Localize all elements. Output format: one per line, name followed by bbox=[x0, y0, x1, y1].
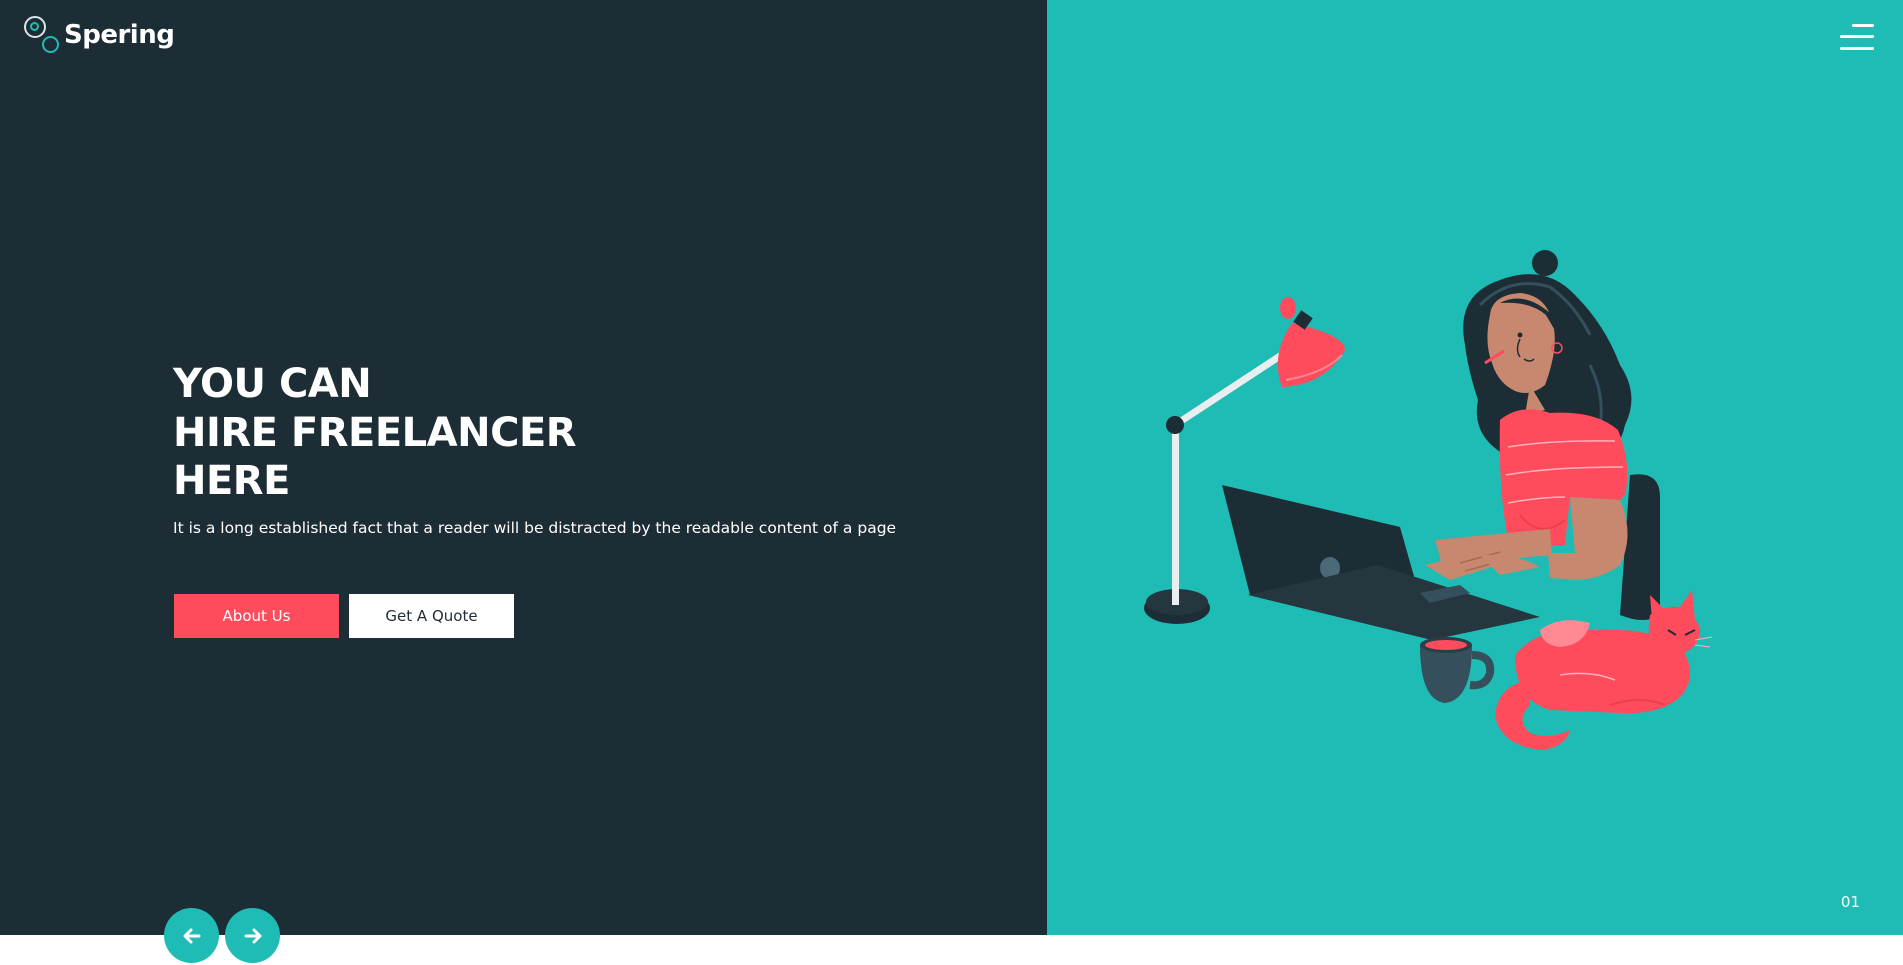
get-a-quote-button[interactable]: Get A Quote bbox=[349, 594, 514, 638]
next-slide-button[interactable] bbox=[225, 908, 280, 963]
brand-name: Spering bbox=[64, 20, 175, 50]
coffee-mug-icon bbox=[1420, 637, 1495, 703]
headline-line-2: HIRE FREELANCER bbox=[173, 409, 577, 456]
freelancer-illustration bbox=[1144, 250, 1713, 750]
hero-section: Spering YOU CAN HIRE FREELANCER HERE It … bbox=[0, 0, 1903, 935]
arrow-right-icon bbox=[244, 928, 261, 943]
arrow-left-icon bbox=[183, 928, 200, 943]
slide-counter: 01 bbox=[1840, 893, 1860, 911]
hero-subtext: It is a long established fact that a rea… bbox=[173, 519, 897, 537]
hamburger-menu-icon[interactable] bbox=[1838, 22, 1874, 54]
headline-line-3: HERE bbox=[173, 458, 290, 504]
prev-slide-button[interactable] bbox=[164, 908, 219, 963]
headline-line-1: YOU CAN bbox=[173, 361, 372, 407]
woman-figure bbox=[1425, 250, 1632, 580]
logo-circles-icon bbox=[24, 16, 62, 56]
hero-headline: YOU CAN HIRE FREELANCER HERE bbox=[173, 360, 577, 506]
about-us-button[interactable]: About Us bbox=[174, 594, 339, 638]
logo[interactable]: Spering bbox=[24, 16, 175, 56]
